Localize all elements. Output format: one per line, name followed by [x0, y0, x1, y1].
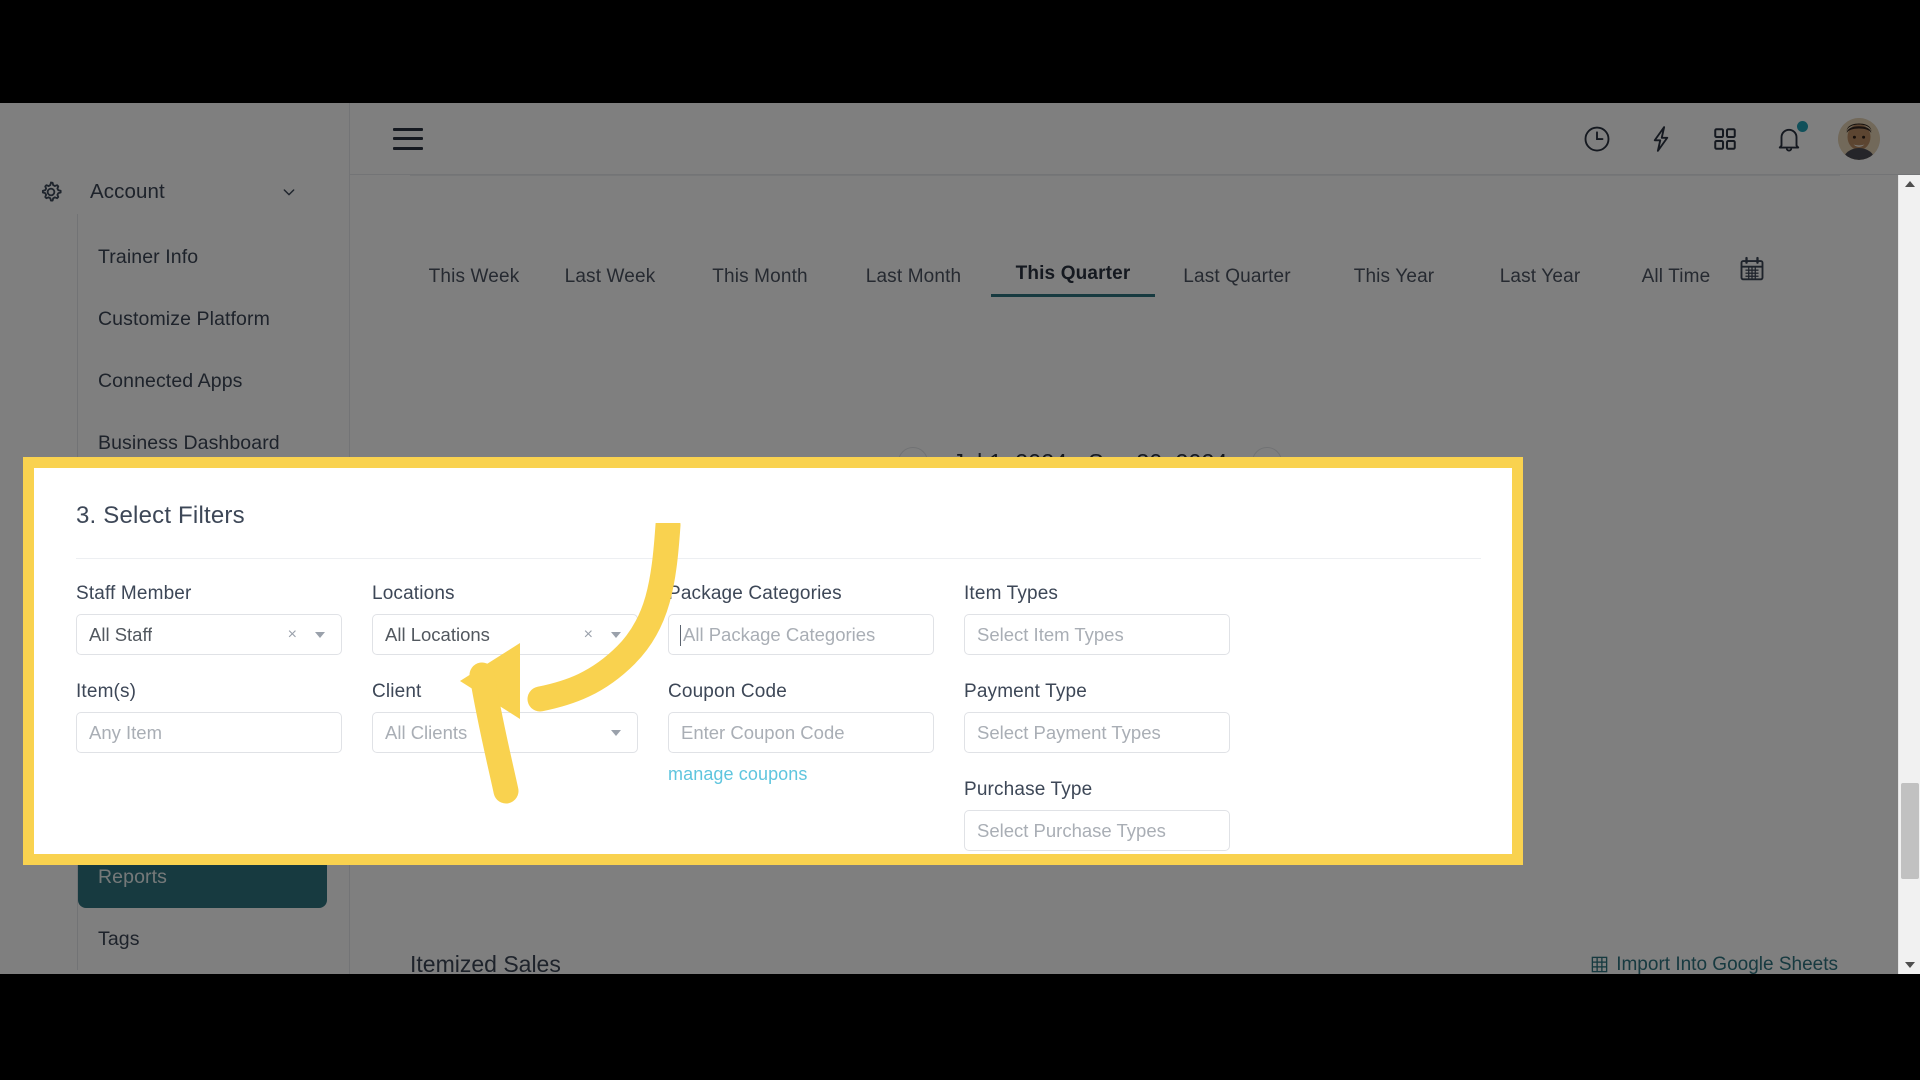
notification-dot	[1797, 120, 1808, 132]
tab-this-month[interactable]: This Month	[684, 266, 836, 297]
select-filters-card: 3. Select Filters Staff Member All Staff…	[34, 468, 1512, 854]
item-types-input[interactable]: Select Item Types	[964, 614, 1230, 655]
chevron-down-icon[interactable]	[611, 631, 621, 638]
filter-package-categories: Package Categories All Package Categorie…	[668, 583, 964, 655]
filter-label: Payment Type	[964, 681, 1087, 702]
client-select[interactable]: All Clients	[372, 712, 638, 753]
application-window: Account Trainer Info Customize Platform …	[0, 103, 1920, 974]
sidebar-item-label: Reports	[98, 865, 167, 888]
tab-this-year[interactable]: This Year	[1319, 266, 1469, 297]
lightning-bolt-icon[interactable]	[1646, 124, 1676, 154]
sidebar-account-header[interactable]: Account	[0, 170, 349, 214]
bell-icon[interactable]	[1774, 120, 1808, 154]
clock-icon[interactable]	[1582, 124, 1612, 154]
tab-last-month[interactable]: Last Month	[836, 266, 991, 297]
topbar-icon-group	[1582, 117, 1880, 160]
sidebar-item-label: Business Dashboard	[98, 431, 280, 454]
top-bar	[350, 103, 1920, 175]
avatar[interactable]	[1838, 117, 1880, 160]
filter-label: Coupon Code	[668, 681, 787, 702]
filter-placeholder: Select Item Types	[977, 623, 1124, 645]
coupon-code-input[interactable]: Enter Coupon Code	[668, 712, 934, 753]
filter-locations: Locations All Locations ×	[372, 583, 668, 655]
purchase-type-input[interactable]: Select Purchase Types	[964, 810, 1230, 851]
filter-placeholder: All Clients	[385, 721, 468, 743]
filter-client: Client All Clients	[372, 681, 668, 851]
filter-label: Purchase Type	[964, 779, 1093, 800]
filter-placeholder: Enter Coupon Code	[681, 721, 845, 743]
sidebar-item-label: Customize Platform	[98, 307, 270, 330]
filter-placeholder: Select Purchase Types	[977, 819, 1166, 841]
items-input[interactable]: Any Item	[76, 712, 342, 753]
filter-coupon-code: Coupon Code Enter Coupon Code manage cou…	[668, 681, 964, 851]
tab-last-year[interactable]: Last Year	[1469, 266, 1611, 297]
date-range-tabs: This Week Last Week This Month Last Mont…	[350, 263, 1830, 297]
google-sheets-label: Import Into Google Sheets	[1616, 953, 1838, 975]
sidebar-item-label: Trainer Info	[98, 245, 199, 268]
chevron-down-icon[interactable]	[611, 729, 621, 736]
filter-placeholder: All Package Categories	[683, 623, 876, 645]
chevron-down-icon[interactable]	[315, 631, 325, 638]
select-filters-spotlight: 3. Select Filters Staff Member All Staff…	[23, 457, 1523, 865]
chevron-down-icon	[281, 184, 297, 200]
tab-last-quarter[interactable]: Last Quarter	[1155, 266, 1319, 297]
filter-purchase-type: Purchase Type Select Purchase Types	[964, 779, 1260, 851]
filter-payment-and-purchase-type: Payment Type Select Payment Types Purcha…	[964, 681, 1260, 851]
filters-row-2: Item(s) Any Item Client All Clients Coup…	[76, 681, 1470, 851]
filter-item-types: Item Types Select Item Types	[964, 583, 1260, 655]
filter-label: Package Categories	[668, 583, 842, 604]
clear-icon[interactable]: ×	[584, 626, 593, 644]
filter-items: Item(s) Any Item	[76, 681, 372, 851]
scrollbar-thumb[interactable]	[1901, 783, 1919, 879]
filter-label: Client	[372, 681, 422, 702]
sidebar-item-label: Connected Apps	[98, 369, 243, 392]
filter-label: Item(s)	[76, 681, 137, 702]
content-top-divider	[410, 175, 1840, 176]
filters-row-1: Staff Member All Staff × Locations All L…	[76, 583, 1470, 655]
calendar-icon[interactable]	[1738, 255, 1766, 283]
sidebar-item-tags[interactable]: Tags	[78, 908, 327, 970]
filter-value: All Staff	[89, 623, 153, 645]
filter-value: All Locations	[385, 623, 490, 645]
filter-label: Item Types	[964, 583, 1059, 604]
tab-last-week[interactable]: Last Week	[536, 266, 684, 297]
text-cursor	[680, 625, 681, 646]
select-filters-title: 3. Select Filters	[76, 502, 245, 529]
scroll-down-arrow[interactable]	[1899, 956, 1920, 974]
locations-select[interactable]: All Locations ×	[372, 614, 638, 655]
tab-this-week[interactable]: This Week	[412, 266, 536, 297]
payment-type-input[interactable]: Select Payment Types	[964, 712, 1230, 753]
hamburger-icon[interactable]	[393, 127, 423, 150]
package-categories-input[interactable]: All Package Categories	[668, 614, 934, 655]
clear-icon[interactable]: ×	[288, 626, 297, 644]
gear-icon	[38, 179, 64, 205]
import-into-google-sheets-link[interactable]: Import Into Google Sheets	[1590, 953, 1838, 975]
filter-label: Staff Member	[76, 583, 192, 604]
scroll-up-arrow[interactable]	[1899, 175, 1920, 193]
apps-grid-icon[interactable]	[1710, 124, 1740, 154]
sidebar-account-label: Account	[90, 180, 165, 203]
sidebar-item-label: Tags	[98, 927, 140, 950]
table-grid-icon	[1590, 955, 1609, 974]
manage-coupons-link[interactable]: manage coupons	[668, 764, 964, 785]
filter-staff-member: Staff Member All Staff ×	[76, 583, 372, 655]
sidebar-item-connected-apps[interactable]: Connected Apps	[78, 350, 327, 412]
staff-member-select[interactable]: All Staff ×	[76, 614, 342, 655]
sidebar-item-customize-platform[interactable]: Customize Platform	[78, 288, 327, 350]
sidebar-item-trainer-info[interactable]: Trainer Info	[78, 226, 327, 288]
vertical-scrollbar[interactable]	[1898, 175, 1920, 974]
tab-this-quarter[interactable]: This Quarter	[991, 263, 1155, 297]
tab-all-time[interactable]: All Time	[1611, 266, 1741, 297]
filter-placeholder: Select Payment Types	[977, 721, 1161, 743]
filter-placeholder: Any Item	[89, 721, 162, 743]
filter-label: Locations	[372, 583, 455, 604]
section-divider	[76, 558, 1481, 559]
itemized-sales-title: Itemized Sales	[410, 951, 561, 974]
itemized-sales-section: Itemized Sales Import Into Google Sheets	[350, 951, 1898, 974]
